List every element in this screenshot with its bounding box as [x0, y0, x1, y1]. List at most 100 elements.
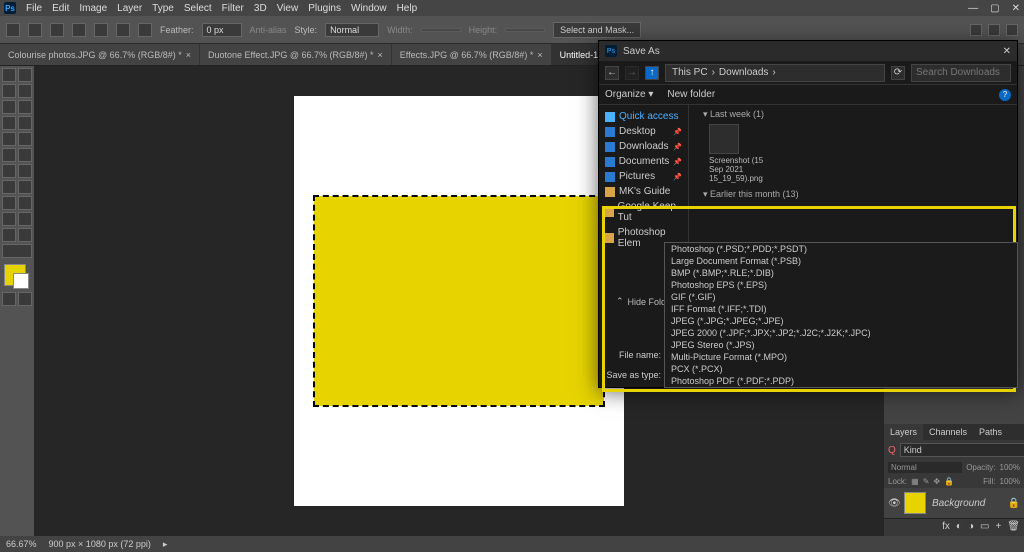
- filetype-option[interactable]: Photoshop (*.PSD;*.PDD;*.PSDT): [665, 243, 1017, 255]
- nav-up-icon[interactable]: ↑: [645, 66, 659, 80]
- dodge-tool[interactable]: [18, 180, 32, 194]
- menu-type[interactable]: Type: [152, 3, 174, 14]
- opacity-value[interactable]: 100%: [1000, 463, 1020, 472]
- select-and-mask-button[interactable]: Select and Mask...: [553, 22, 641, 38]
- menu-view[interactable]: View: [277, 3, 299, 14]
- sidebar-item[interactable]: Desktop: [601, 124, 686, 139]
- gradient-tool[interactable]: [18, 164, 32, 178]
- filetype-option[interactable]: IFF Format (*.IFF;*.TDI): [665, 303, 1017, 315]
- lock-icon[interactable]: ▦: [911, 477, 919, 486]
- sidebar-item[interactable]: Downloads: [601, 139, 686, 154]
- menu-layer[interactable]: Layer: [117, 3, 142, 14]
- menu-filter[interactable]: Filter: [222, 3, 244, 14]
- doc-tab[interactable]: Colourise photos.JPG @ 66.7% (RGB/8#) *×: [0, 44, 200, 65]
- organize-button[interactable]: Organize ▾: [605, 89, 653, 100]
- filetype-option[interactable]: Large Document Format (*.PSB): [665, 255, 1017, 267]
- zoom-level[interactable]: 66.67%: [6, 539, 37, 549]
- feather-field[interactable]: 0 px: [202, 23, 242, 37]
- close-icon[interactable]: ×: [537, 50, 542, 60]
- doc-tab[interactable]: Effects.JPG @ 66.7% (RGB/8#) *×: [392, 44, 552, 65]
- hand-tool[interactable]: [2, 228, 16, 242]
- menu-plugins[interactable]: Plugins: [308, 3, 341, 14]
- file-group[interactable]: Last week (1): [695, 109, 1011, 120]
- crop-tool[interactable]: [18, 100, 32, 114]
- stamp-tool[interactable]: [2, 148, 16, 162]
- filetype-option[interactable]: GIF (*.GIF): [665, 291, 1017, 303]
- sidebar-item[interactable]: Documents: [601, 154, 686, 169]
- shape-tool[interactable]: [18, 212, 32, 226]
- search-input[interactable]: Search Downloads: [911, 64, 1011, 82]
- new-layer-icon[interactable]: +: [995, 521, 1001, 534]
- breadcrumb-item[interactable]: This PC: [672, 67, 708, 78]
- delete-icon[interactable]: 🗑: [1007, 521, 1020, 534]
- filetype-option[interactable]: Photoshop EPS (*.EPS): [665, 279, 1017, 291]
- filetype-option[interactable]: Pixar (*.PXR): [665, 387, 1017, 388]
- filetype-option[interactable]: Photoshop PDF (*.PDF;*.PDP): [665, 375, 1017, 387]
- window-minimize[interactable]: —: [968, 3, 978, 14]
- heal-tool[interactable]: [2, 132, 16, 146]
- filetype-option[interactable]: JPEG Stereo (*.JPS): [665, 339, 1017, 351]
- tool-preset-icon[interactable]: [28, 23, 42, 37]
- path-tool[interactable]: [2, 212, 16, 226]
- menu-3d[interactable]: 3D: [254, 3, 267, 14]
- fill-value[interactable]: 100%: [1000, 477, 1020, 486]
- filetype-option[interactable]: JPEG 2000 (*.JPF;*.JPX;*.JP2;*.J2C;*.J2K…: [665, 327, 1017, 339]
- zoom-tool[interactable]: [18, 228, 32, 242]
- screenmode-icon[interactable]: [18, 292, 32, 306]
- sel-int-icon[interactable]: [138, 23, 152, 37]
- menu-window[interactable]: Window: [351, 3, 387, 14]
- close-icon[interactable]: ×: [378, 50, 383, 60]
- nav-forward-icon[interactable]: →: [625, 66, 639, 80]
- tab-layers[interactable]: Layers: [884, 424, 923, 440]
- sidebar-item[interactable]: MK's Guide: [601, 184, 686, 199]
- tab-channels[interactable]: Channels: [923, 424, 973, 440]
- workspace-icon[interactable]: [988, 24, 1000, 36]
- antialias-checkbox[interactable]: Anti-alias: [250, 25, 287, 35]
- adjustment-icon[interactable]: ◑: [968, 521, 974, 534]
- document-canvas[interactable]: [294, 96, 624, 506]
- filetype-option[interactable]: JPEG (*.JPG;*.JPEG;*.JPE): [665, 315, 1017, 327]
- edit-toolbar[interactable]: [2, 244, 32, 258]
- visibility-icon[interactable]: 👁: [888, 498, 898, 509]
- pen-tool[interactable]: [2, 196, 16, 210]
- sel-sub-icon[interactable]: [116, 23, 130, 37]
- brush-tool[interactable]: [18, 132, 32, 146]
- layer-filter-input[interactable]: [900, 443, 1024, 457]
- quick-access[interactable]: Quick access: [601, 109, 686, 124]
- filetype-option[interactable]: Multi-Picture Format (*.MPO): [665, 351, 1017, 363]
- window-maximize[interactable]: ▢: [990, 3, 999, 14]
- quick-select-tool[interactable]: [2, 100, 16, 114]
- home-icon[interactable]: [6, 23, 20, 37]
- foreground-color[interactable]: [4, 264, 26, 286]
- menu-edit[interactable]: Edit: [52, 3, 69, 14]
- layer-row-background[interactable]: 👁 Background 🔒: [884, 488, 1024, 518]
- new-folder-button[interactable]: New folder: [667, 89, 715, 100]
- frame-tool[interactable]: [2, 116, 16, 130]
- quickmask-icon[interactable]: [2, 292, 16, 306]
- dialog-titlebar[interactable]: Ps Save As ✕: [599, 41, 1017, 61]
- blur-tool[interactable]: [2, 180, 16, 194]
- file-group[interactable]: Earlier this month (13): [695, 189, 1011, 200]
- group-icon[interactable]: ▭: [980, 521, 989, 534]
- help-icon[interactable]: ?: [999, 89, 1011, 101]
- layer-thumbnail[interactable]: [904, 492, 926, 514]
- close-icon[interactable]: ✕: [1003, 46, 1011, 57]
- share-icon[interactable]: [1006, 24, 1018, 36]
- sidebar-item[interactable]: Google Keep Tut: [601, 199, 686, 225]
- filetype-option[interactable]: BMP (*.BMP;*.RLE;*.DIB): [665, 267, 1017, 279]
- chevron-right-icon[interactable]: ▸: [163, 539, 168, 550]
- doc-info[interactable]: 900 px × 1080 px (72 ppi): [49, 539, 151, 549]
- nav-back-icon[interactable]: ←: [605, 66, 619, 80]
- sidebar-item[interactable]: Pictures: [601, 169, 686, 184]
- history-brush-tool[interactable]: [18, 148, 32, 162]
- search-icon[interactable]: [970, 24, 982, 36]
- sel-add-icon[interactable]: [94, 23, 108, 37]
- sel-new-icon[interactable]: [72, 23, 86, 37]
- style-select[interactable]: Normal: [325, 23, 379, 37]
- artboard-tool[interactable]: [18, 68, 32, 82]
- layer-name[interactable]: Background: [932, 498, 985, 509]
- fx-icon[interactable]: fx: [942, 521, 950, 534]
- blend-mode[interactable]: Normal: [888, 462, 962, 473]
- lock-icon[interactable]: ✎: [923, 477, 930, 486]
- tab-paths[interactable]: Paths: [973, 424, 1008, 440]
